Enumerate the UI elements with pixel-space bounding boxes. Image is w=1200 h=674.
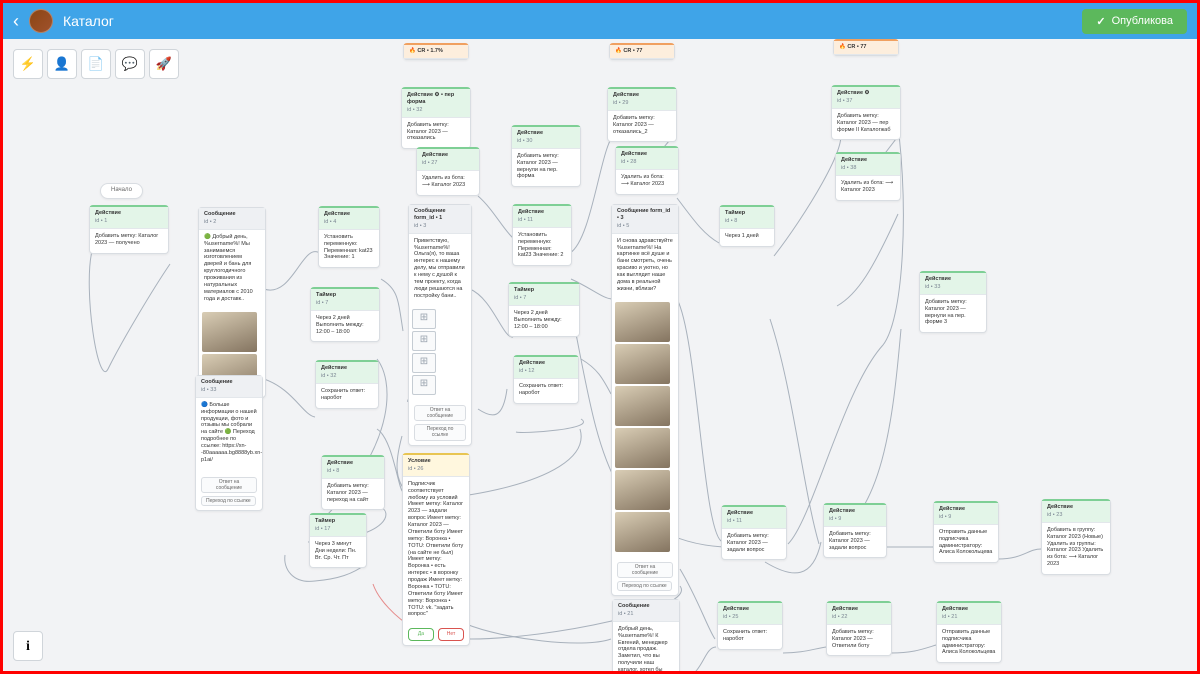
node-action-12[interactable]: Действие ⚙id • 37 Добавить метку: Катало… (831, 85, 901, 140)
node-timer-4[interactable]: Таймерid • 17 Через 3 минут Дни недели: … (309, 513, 367, 568)
node-action-8[interactable]: Действиеid • 12 Сохранить ответ: наробот (513, 355, 579, 404)
node-action-13[interactable]: Действиеid • 38 Удалить из бота: ⟶ Катал… (835, 152, 901, 201)
node-form-1[interactable]: Сообщение form_id • 1id • 3 Приветствую,… (408, 204, 472, 446)
node-cr-2[interactable]: 🔥 CR • 77 (609, 43, 675, 60)
page-title: Каталог (63, 13, 114, 29)
node-timer-2[interactable]: Таймерid • 7 Через 2 дней Выполнить межд… (508, 282, 580, 337)
back-button[interactable]: ‹ (13, 11, 19, 32)
node-action-15[interactable]: Действиеid • 11 Добавить метку: Каталог … (721, 505, 787, 560)
node-msg-1[interactable]: Сообщениеid • 2 🟢 Добрый день, %username… (198, 207, 266, 398)
node-action-10[interactable]: Действиеid • 28 Удалить из бота: ⟶ Катал… (615, 146, 679, 195)
node-action-16[interactable]: Действиеid • 9 Добавить метку: Каталог 2… (823, 503, 887, 558)
node-action-19[interactable]: Действиеid • 25 Сохранить ответ: наробот (717, 601, 783, 650)
node-cr-1[interactable]: 🔥 CR • 1.7% (403, 43, 469, 60)
node-action-11[interactable]: Действиеid • 8 Добавить метку: Каталог 2… (321, 455, 385, 510)
node-condition[interactable]: Условиеid • 26 Подписчик соответствует л… (402, 453, 470, 646)
node-action-17[interactable]: Действиеid • 9 Отправить данные подписчи… (933, 501, 999, 563)
node-action-21[interactable]: Действиеid • 21 Отправить данные подписч… (936, 601, 1002, 663)
node-action-1[interactable]: Действиеid • 1 Добавить метку: Каталог 2… (89, 205, 169, 254)
node-form-2[interactable]: Сообщение form_id • 3id • 5 И снова здра… (611, 204, 679, 596)
node-action-5[interactable]: Действиеid • 32 Сохранить ответ: наробот (315, 360, 379, 409)
node-action-20[interactable]: Действиеid • 22 Добавить метку: Каталог … (826, 601, 892, 656)
node-msg-3[interactable]: Сообщениеid • 21 Добрый день, %username%… (612, 599, 680, 674)
node-action-18[interactable]: Действиеid • 23 Добавить в группу: Катал… (1041, 499, 1111, 575)
node-timer-1[interactable]: Таймерid • 7 Через 2 дней Выполнить межд… (310, 287, 380, 342)
node-action-3[interactable]: Действиеid • 27 Удалить из бота: ⟶ Катал… (416, 147, 480, 196)
node-timer-3[interactable]: Таймерid • 8 Через 1 дней (719, 205, 775, 247)
node-action-9[interactable]: Действиеid • 29 Добавить метку: Каталог … (607, 87, 677, 142)
node-action-14[interactable]: Действиеid • 33 Добавить метку: Каталог … (919, 271, 987, 333)
flow-canvas[interactable]: 🔥 CR • 1.7% 🔥 CR • 77 🔥 CR • 77 Начало Д… (3, 39, 1197, 671)
node-msg-2[interactable]: Сообщениеid • 33 🔵 Больше информации о н… (195, 375, 263, 511)
node-start[interactable]: Начало (100, 183, 143, 199)
node-cr-3[interactable]: 🔥 CR • 77 (833, 39, 899, 56)
avatar (29, 9, 53, 33)
publish-button[interactable]: Опубликова (1082, 9, 1187, 34)
node-action-perform[interactable]: Действие ⚙ • пер формаid • 32 Добавить м… (401, 87, 471, 149)
node-action-6[interactable]: Действиеid • 30 Добавить метку: Каталог … (511, 125, 581, 187)
node-action-7[interactable]: Действиеid • 11 Установить переменную: П… (512, 204, 572, 266)
node-action-4[interactable]: Действиеid • 4 Установить переменную: Пе… (318, 206, 380, 268)
